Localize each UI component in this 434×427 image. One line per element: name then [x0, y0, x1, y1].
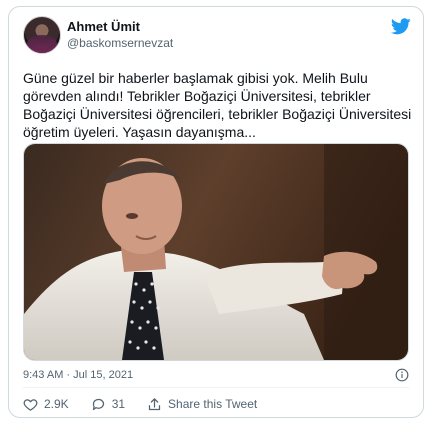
reply-button[interactable]: 31 — [91, 397, 125, 412]
photo-illustration — [24, 144, 408, 360]
info-icon[interactable] — [395, 368, 409, 382]
twitter-bird-icon[interactable] — [391, 18, 411, 35]
tweet-text: Güne güzel bir haberler başlamak gibisi … — [23, 70, 412, 140]
author-name[interactable]: Ahmet Ümit — [67, 19, 140, 34]
tweet-photo[interactable] — [23, 143, 409, 361]
share-icon — [148, 397, 161, 410]
heart-icon — [23, 398, 38, 411]
divider — [23, 387, 409, 388]
avatar[interactable] — [23, 16, 61, 54]
reply-icon — [92, 398, 104, 410]
author-handle[interactable]: @baskomsernevzat — [67, 36, 173, 50]
reply-count: 31 — [111, 397, 126, 411]
share-button[interactable]: Share this Tweet — [147, 397, 257, 412]
share-label: Share this Tweet — [168, 397, 258, 411]
tweet-timestamp[interactable]: 9:43 AM · Jul 15, 2021 — [23, 369, 133, 381]
like-button[interactable]: 2.9K — [23, 397, 69, 412]
like-count: 2.9K — [44, 397, 69, 411]
tweet-card: Ahmet Ümit @baskomsernevzat Güne güzel b… — [8, 6, 424, 418]
tweet-actions: 2.9K 31 Share this Tweet — [23, 396, 279, 412]
